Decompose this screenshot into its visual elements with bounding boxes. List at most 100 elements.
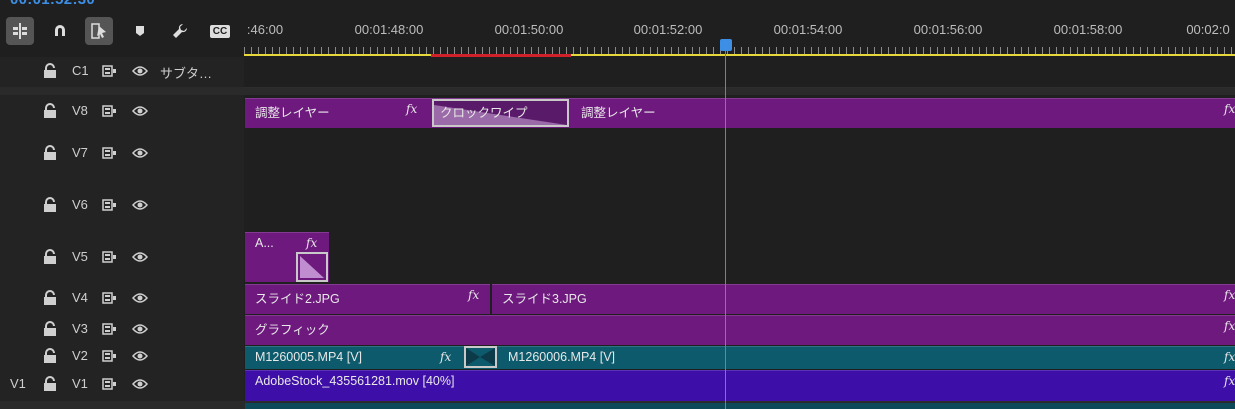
- track-name: C1: [72, 63, 89, 78]
- transition-cross-dissolve[interactable]: [464, 346, 497, 368]
- track-area-v6[interactable]: [244, 180, 1235, 233]
- ruler-label: 00:01:50:00: [494, 22, 564, 37]
- track-name: V4: [72, 289, 88, 305]
- clip-graphic[interactable]: グラフィック fx: [245, 315, 1235, 345]
- track-area-c1[interactable]: [244, 57, 1235, 88]
- timeline-toolbar: CC: [0, 17, 244, 51]
- track-name: V1: [72, 376, 88, 391]
- clip-v5[interactable]: A... fx: [245, 232, 329, 282]
- fx-badge[interactable]: fx: [1224, 288, 1235, 302]
- clip-label: M1260005.MP4 [V]: [255, 350, 363, 364]
- sync-lock-icon[interactable]: [102, 250, 117, 263]
- eye-icon[interactable]: [132, 378, 148, 390]
- clip-label: 調整レイヤー: [255, 106, 330, 120]
- sync-lock-icon[interactable]: [102, 291, 117, 304]
- sync-lock-icon[interactable]: [102, 378, 117, 390]
- lock-icon[interactable]: [43, 145, 57, 161]
- lock-icon[interactable]: [43, 102, 57, 119]
- playhead-timecode[interactable]: 00:01:52:30: [10, 0, 95, 8]
- work-area-bar[interactable]: [244, 54, 1235, 56]
- insert-overwrite-icon[interactable]: [6, 17, 34, 45]
- clip-adjustment-layer[interactable]: 調整レイヤー fx 調整レイヤー fx: [245, 98, 1235, 128]
- sync-lock-icon[interactable]: [102, 350, 117, 362]
- fx-badge[interactable]: fx: [1224, 319, 1235, 333]
- track-header-v4[interactable]: V4: [0, 283, 244, 315]
- sync-lock-icon[interactable]: [102, 322, 117, 335]
- track-header-v8[interactable]: V8: [0, 95, 244, 129]
- track-header-v3[interactable]: V3: [0, 314, 244, 346]
- snap-magnet-icon[interactable]: [46, 17, 74, 45]
- ruler-label: 00:02:0: [1186, 22, 1230, 37]
- clip-label: スライド2.JPG: [255, 292, 340, 306]
- track-divider[interactable]: [0, 87, 1235, 95]
- track-header-v6[interactable]: V6: [0, 180, 244, 233]
- wrench-icon[interactable]: [166, 17, 194, 45]
- fx-badge[interactable]: fx: [468, 288, 479, 302]
- track-name: V3: [72, 320, 88, 336]
- eye-icon[interactable]: [132, 105, 148, 117]
- clip-m1260005[interactable]: M1260005.MP4 [V] fx M1260006.MP4 [V] fx: [245, 346, 1235, 369]
- track-header-v1[interactable]: V1 V1: [0, 369, 244, 402]
- eye-icon[interactable]: [132, 147, 148, 159]
- lock-icon[interactable]: [43, 348, 57, 364]
- playhead-handle[interactable]: [720, 39, 732, 51]
- fx-badge[interactable]: fx: [1224, 374, 1235, 388]
- track-name: V2: [72, 348, 88, 363]
- ruler-label: 00:01:56:00: [913, 22, 983, 37]
- track-header-v5[interactable]: V5: [0, 232, 244, 284]
- lock-icon[interactable]: [43, 63, 57, 79]
- track-header-v2[interactable]: V2: [0, 345, 244, 370]
- track-area-v5[interactable]: [244, 232, 1235, 284]
- caption-track-label: サブタ…: [160, 66, 213, 81]
- track-header-c1[interactable]: C1 サブタ…: [0, 57, 244, 88]
- time-ruler[interactable]: :46:00 00:01:48:00 00:01:50:00 00:01:52:…: [244, 17, 1235, 57]
- source-patch-v1[interactable]: V1: [10, 376, 26, 391]
- eye-icon[interactable]: [132, 199, 148, 211]
- lock-icon[interactable]: [43, 248, 57, 265]
- ruler-label: 00:01:52:00: [633, 22, 703, 37]
- eye-icon[interactable]: [132, 323, 148, 335]
- eye-icon[interactable]: [132, 65, 148, 77]
- transition-icon[interactable]: [296, 252, 328, 282]
- sync-lock-icon[interactable]: [102, 104, 117, 117]
- ruler-label: 00:01:48:00: [354, 22, 424, 37]
- ruler-label: :46:00: [246, 22, 284, 37]
- transition-wipe-graphic: [300, 256, 324, 278]
- captions-icon[interactable]: CC: [206, 17, 234, 45]
- fx-badge[interactable]: fx: [1224, 350, 1235, 364]
- playhead-line[interactable]: [725, 39, 726, 409]
- marker-icon[interactable]: [126, 17, 154, 45]
- fx-badge[interactable]: fx: [1224, 102, 1235, 116]
- fx-badge[interactable]: fx: [306, 236, 317, 250]
- track-name: V7: [72, 145, 88, 160]
- track-header-v7[interactable]: V7: [0, 128, 244, 181]
- fx-badge[interactable]: fx: [440, 350, 451, 364]
- sync-lock-icon[interactable]: [102, 65, 117, 77]
- clip-label: M1260006.MP4 [V]: [508, 350, 616, 364]
- linked-selection-icon[interactable]: [85, 17, 113, 45]
- track-area-v7[interactable]: [244, 128, 1235, 181]
- ruler-ticks: [244, 47, 1235, 54]
- clip-adobestock[interactable]: AdobeStock_435561281.mov [40%] fx: [245, 370, 1235, 401]
- sync-lock-icon[interactable]: [102, 147, 117, 159]
- clip-label: グラフィック: [255, 323, 330, 337]
- sync-lock-icon[interactable]: [102, 199, 117, 211]
- lock-icon[interactable]: [43, 376, 57, 392]
- lock-icon[interactable]: [43, 320, 57, 337]
- eye-icon[interactable]: [132, 350, 148, 362]
- transition-clock-wipe[interactable]: クロックワイプ: [432, 99, 569, 127]
- clip-slide3[interactable]: スライド3.JPG fx: [492, 284, 1235, 314]
- track-name: V8: [72, 102, 88, 118]
- ruler-label: 00:01:58:00: [1053, 22, 1123, 37]
- clip-slide2[interactable]: スライド2.JPG fx: [245, 284, 490, 314]
- eye-icon[interactable]: [132, 251, 148, 263]
- fx-badge[interactable]: fx: [406, 102, 417, 116]
- lock-icon[interactable]: [43, 289, 57, 306]
- lock-icon[interactable]: [43, 197, 57, 213]
- clip-label: 調整レイヤー: [581, 106, 656, 120]
- eye-icon[interactable]: [132, 292, 148, 304]
- transition-label: クロックワイプ: [440, 106, 528, 120]
- ruler-label: 00:01:54:00: [773, 22, 843, 37]
- track-name: V6: [72, 197, 88, 212]
- transition-dissolve-graphic: [466, 348, 495, 366]
